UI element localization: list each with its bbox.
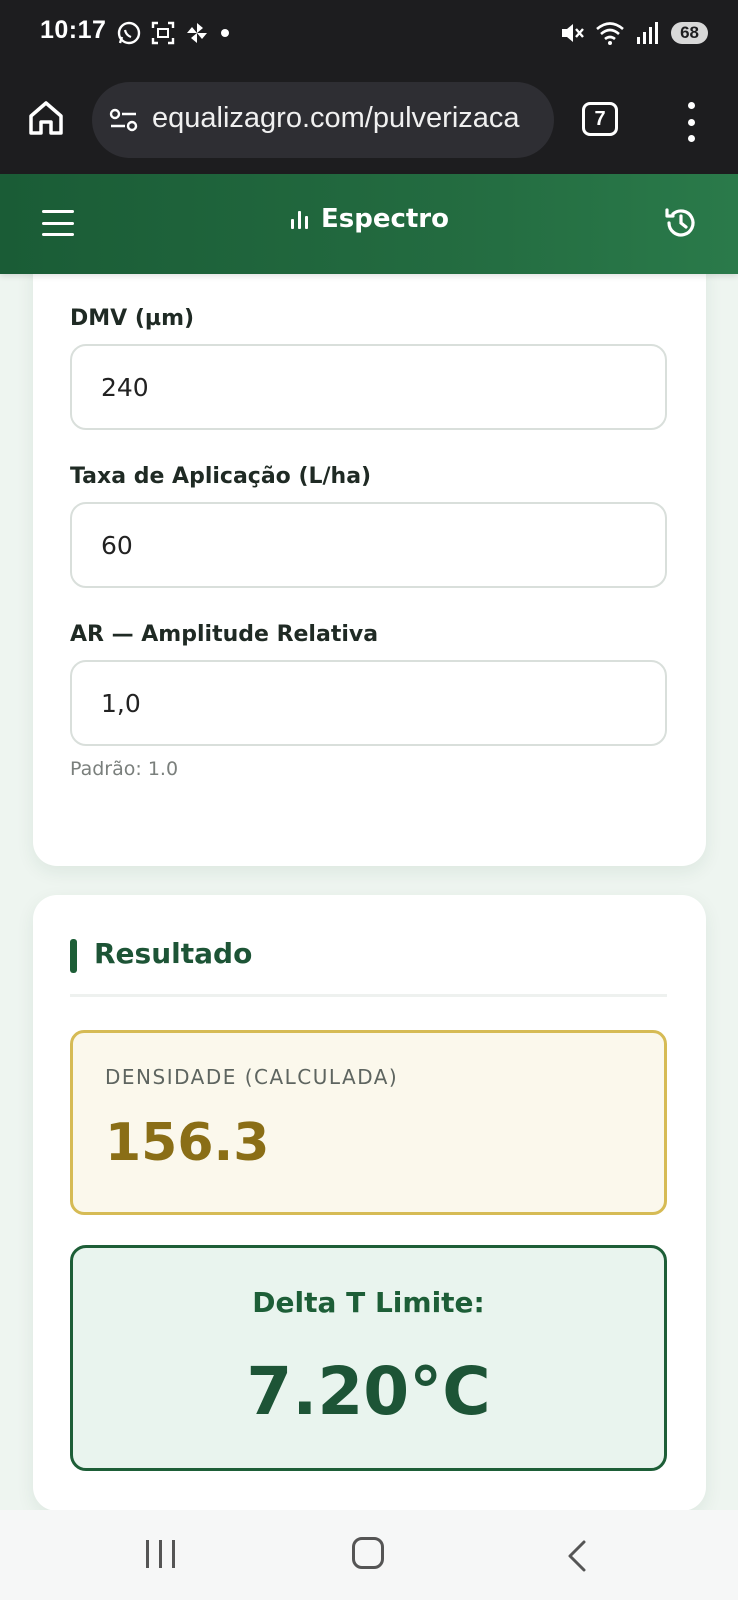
more-vert-icon[interactable]: [676, 102, 706, 142]
inputs-card: DMV (µm) 240 Taxa de Aplicação (L/ha) 60…: [33, 250, 706, 866]
dot-icon: [221, 29, 229, 37]
density-value: 156.3: [105, 1113, 270, 1173]
app-header: Espectro: [0, 174, 738, 274]
application-rate-input[interactable]: 60: [70, 502, 667, 588]
header-title-group: Espectro: [0, 204, 738, 234]
address-bar[interactable]: equalizagro.com/pulverizaca: [92, 82, 554, 158]
page-title: Espectro: [320, 204, 449, 234]
application-rate-label: Taxa de Aplicação (L/ha): [70, 464, 372, 489]
density-label: DENSIDADE (CALCULADA): [105, 1065, 399, 1089]
pinwheel-icon: [187, 23, 207, 43]
delta-t-label: Delta T Limite:: [252, 1286, 485, 1319]
status-bar: 10:17 68: [0, 0, 738, 68]
result-title: Resultado: [94, 937, 253, 970]
delta-t-value: 7.20°C: [246, 1353, 491, 1430]
url-text: equalizagro.com/pulverizaca: [152, 102, 520, 134]
result-card: Resultado DENSIDADE (CALCULADA) 156.3 De…: [33, 895, 706, 1511]
status-left-icons: [116, 20, 232, 46]
relative-amplitude-input[interactable]: 1,0: [70, 660, 667, 746]
status-time: 10:17: [40, 16, 107, 44]
relative-amplitude-help: Padrão: 1.0: [70, 758, 179, 780]
mute-icon: [562, 24, 584, 42]
nav-back-icon[interactable]: [566, 1539, 588, 1573]
dmv-input[interactable]: 240: [70, 344, 667, 430]
system-nav-bar: [0, 1510, 738, 1600]
signal-icon: [637, 22, 659, 44]
whatsapp-icon: [117, 21, 141, 45]
status-right-icons: 68: [559, 20, 708, 46]
density-panel: DENSIDADE (CALCULADA) 156.3: [70, 1030, 667, 1215]
nav-home-icon[interactable]: [352, 1537, 384, 1569]
dmv-label: DMV (µm): [70, 306, 195, 331]
divider: [70, 994, 667, 997]
wifi-icon: [596, 22, 624, 45]
tab-switcher-button[interactable]: 7: [582, 102, 618, 136]
history-icon[interactable]: [662, 204, 700, 242]
relative-amplitude-label: AR — Amplitude Relativa: [70, 622, 379, 647]
delta-t-panel: Delta T Limite: 7.20°C: [70, 1245, 667, 1471]
home-icon[interactable]: [26, 98, 66, 138]
bar-chart-icon: [290, 211, 308, 229]
browser-toolbar: equalizagro.com/pulverizaca 7: [0, 68, 738, 174]
result-title-accent: [70, 939, 77, 973]
screenshot-icon: [151, 21, 175, 45]
nav-recent-icon[interactable]: [146, 1540, 175, 1568]
battery-indicator: 68: [671, 22, 708, 44]
site-settings-icon[interactable]: [108, 106, 140, 134]
